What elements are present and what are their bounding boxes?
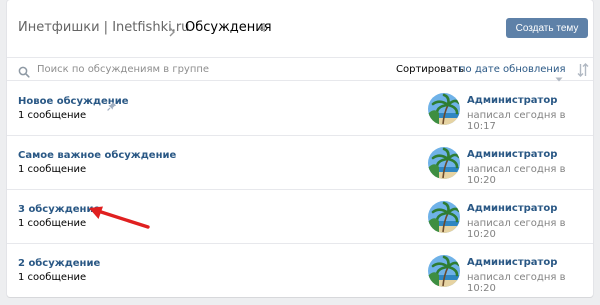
search-icon: [18, 63, 30, 82]
discussions-panel: Инетфишки | Inetfishki.ru Обсуждения 4 С…: [7, 0, 593, 297]
header: Инетфишки | Inetfishki.ru Обсуждения 4 С…: [7, 0, 593, 58]
search-input[interactable]: [37, 60, 317, 78]
search-bar: Сортировать по дате обновления: [7, 58, 593, 82]
author-link[interactable]: Администратор: [467, 203, 557, 214]
topic-title[interactable]: Самое важное обсуждение: [18, 150, 176, 161]
topic-title[interactable]: 2 обсуждение: [18, 258, 100, 269]
avatar[interactable]: [428, 255, 460, 287]
topic-count: 4: [259, 21, 267, 35]
create-topic-button[interactable]: Создать тему: [506, 18, 588, 38]
author-link[interactable]: Администратор: [467, 95, 557, 106]
sort-order-icon[interactable]: [577, 62, 589, 81]
message-count: 1 сообщение: [18, 218, 87, 229]
avatar[interactable]: [428, 93, 460, 125]
arrow-annotation: [86, 206, 152, 236]
topic-row[interactable]: 2 обсуждение 1 сообщение Администратор н…: [7, 244, 593, 297]
sort-label: Сортировать: [396, 64, 464, 75]
breadcrumb-group-link[interactable]: Инетфишки | Inetfishki.ru: [18, 20, 189, 35]
author-link[interactable]: Администратор: [467, 257, 557, 268]
message-count: 1 сообщение: [18, 110, 87, 121]
post-time: написал сегодня в 10:17: [467, 110, 566, 132]
avatar[interactable]: [428, 201, 460, 233]
avatar[interactable]: [428, 147, 460, 179]
post-time: написал сегодня в 10:20: [467, 272, 566, 294]
post-time: написал сегодня в 10:20: [467, 218, 566, 240]
author-link[interactable]: Администратор: [467, 149, 557, 160]
message-count: 1 сообщение: [18, 164, 87, 175]
topic-row[interactable]: Самое важное обсуждение 1 сообщение Адми…: [7, 136, 593, 190]
message-count: 1 сообщение: [18, 272, 87, 283]
post-time: написал сегодня в 10:20: [467, 164, 566, 186]
pin-icon: [107, 96, 117, 115]
chevron-right-icon: [168, 22, 176, 41]
topic-row[interactable]: Новое обсуждение 1 сообщение Администрат…: [7, 82, 593, 136]
sort-dropdown[interactable]: по дате обновления: [459, 64, 565, 75]
